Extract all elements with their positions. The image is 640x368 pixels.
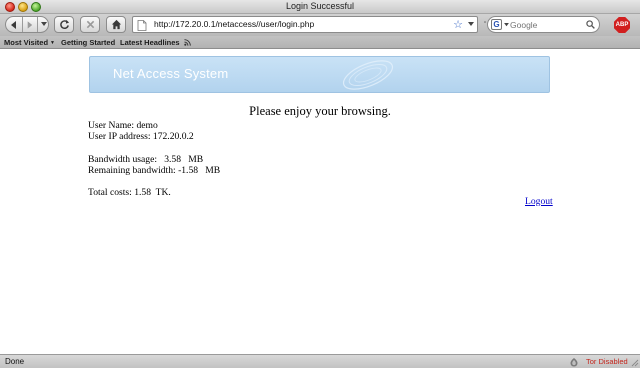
bookmark-getting-started[interactable]: Getting Started [61, 38, 115, 47]
search-engine-dropdown-icon[interactable] [504, 23, 509, 27]
tor-status-text[interactable]: Tor Disabled [586, 357, 628, 366]
chevron-down-icon: ▼ [50, 40, 55, 46]
page-icon [137, 20, 147, 31]
total-costs-text: Total costs: 1.58 TK. [88, 187, 171, 198]
back-arrow-icon [11, 20, 16, 29]
url-dropdown-icon[interactable] [468, 22, 474, 27]
onion-icon[interactable] [569, 357, 579, 367]
reload-button[interactable] [54, 16, 74, 33]
back-forward-group [5, 16, 49, 33]
resize-grip-icon[interactable] [630, 358, 639, 367]
chevron-down-icon [40, 22, 47, 26]
url-text[interactable]: http://172.20.0.1/netaccess//user/login.… [154, 19, 314, 29]
search-input[interactable] [510, 19, 588, 30]
stop-icon [86, 20, 94, 29]
title-bar: Login Successful [0, 0, 640, 14]
bookmark-most-visited[interactable]: Most Visited ▼ [4, 38, 55, 47]
banner-title: Net Access System [113, 66, 229, 81]
bookmarks-toolbar: Most Visited ▼ Getting Started Latest Hea… [0, 36, 640, 49]
home-button[interactable] [106, 16, 126, 33]
magnifier-icon[interactable] [586, 20, 595, 29]
history-dropdown-button[interactable] [37, 17, 49, 32]
forward-arrow-icon [27, 20, 33, 29]
toolbar-separator-dot [484, 21, 486, 23]
banner-swoosh-graphic [342, 60, 394, 90]
user-name-text: User Name: demo [88, 120, 158, 131]
user-ip-text: User IP address: 172.20.0.2 [88, 131, 194, 142]
search-bar[interactable]: G [487, 16, 600, 33]
home-icon [111, 19, 121, 30]
adblock-icon[interactable]: ABP [614, 17, 630, 33]
forward-button[interactable] [22, 17, 36, 32]
address-bar[interactable]: http://172.20.0.1/netaccess//user/login.… [132, 16, 478, 33]
stop-button[interactable] [80, 16, 100, 33]
bookmark-star-icon[interactable]: ☆ [453, 18, 463, 31]
remaining-bandwidth-text: Remaining bandwidth: -1.58 MB [88, 165, 221, 176]
status-bar: Done Tor Disabled [0, 354, 640, 368]
status-text: Done [5, 357, 25, 366]
bookmark-latest-headlines[interactable]: Latest Headlines [120, 38, 191, 47]
bookmark-label: Latest Headlines [120, 38, 180, 47]
rss-icon [183, 39, 191, 46]
back-button[interactable] [6, 17, 22, 32]
reload-icon [59, 19, 69, 29]
search-engine-icon[interactable]: G [491, 19, 502, 30]
page-content: Net Access System Please enjoy your brow… [0, 50, 640, 354]
greeting-message: Please enjoy your browsing. [249, 104, 391, 118]
logout-link[interactable]: Logout [525, 196, 553, 207]
bandwidth-usage-text: Bandwidth usage: 3.58 MB [88, 154, 204, 165]
navigation-toolbar: http://172.20.0.1/netaccess//user/login.… [0, 14, 640, 36]
bookmark-label: Most Visited [4, 38, 49, 47]
window-title: Login Successful [285, 1, 355, 11]
site-banner: Net Access System [89, 56, 550, 93]
